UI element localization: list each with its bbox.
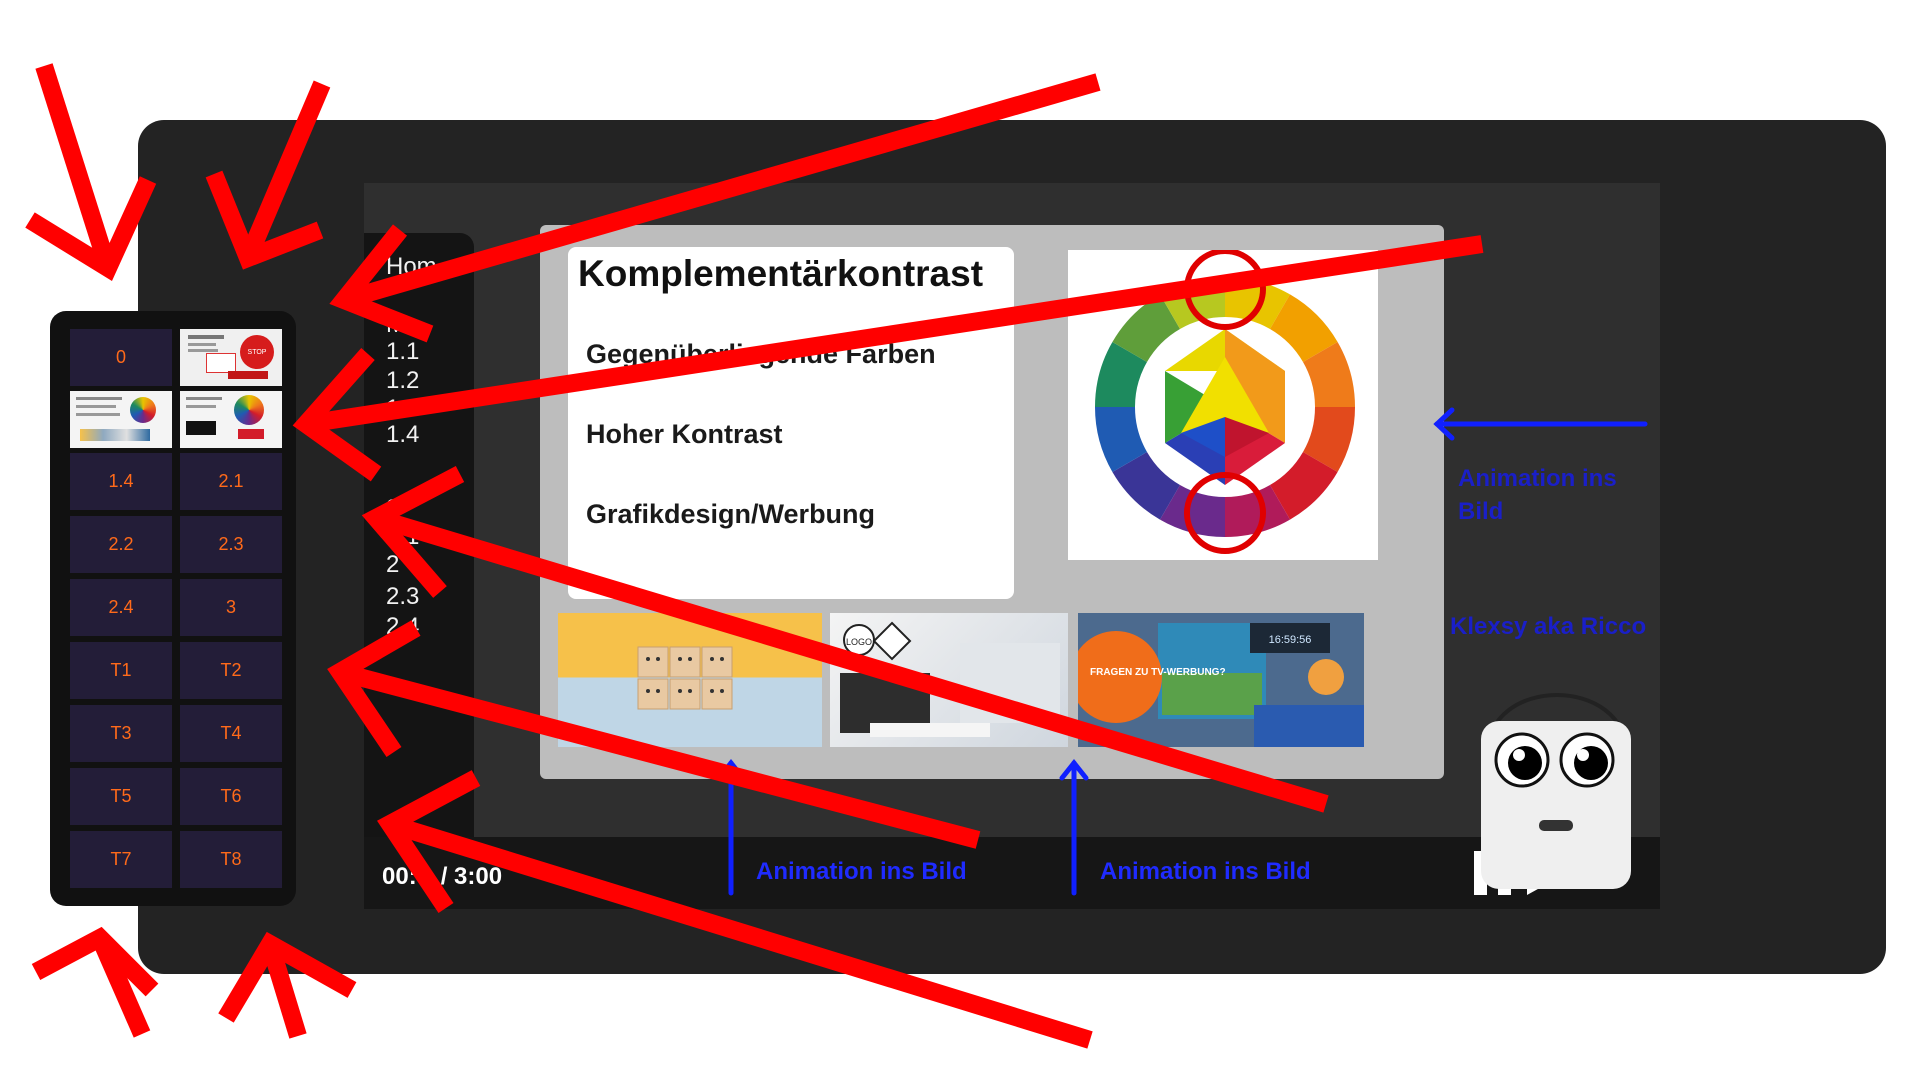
chapter-label: T1 [110,660,132,680]
chapter-thumbnail[interactable] [180,391,282,448]
annotation-label-right-2: Bild [1458,498,1504,525]
time-display: 00: / 3:00 [382,863,502,891]
chapter-label: 0 [115,347,126,367]
outline-item[interactable]: M [386,311,406,339]
chapter-button[interactable]: T1 [70,642,172,699]
player-controls: 00: / 3:00 [364,837,1660,909]
emoji-blocks-icon [637,646,733,710]
chapter-button[interactable]: 2.4 [70,579,172,636]
color-wheel-icon [1095,248,1355,554]
video-player[interactable]: Hom M 1.1 1.2 1.3 1.4 2 2.1 2 2.3 2.4 Ko… [364,183,1660,909]
chapter-button[interactable]: 0 [70,329,172,386]
chapter-button[interactable]: T7 [70,831,172,888]
outline-item[interactable]: 1.4 [386,421,419,449]
chapter-panel: 0 STOP 1.4 2.1 2.2 2.3 2.4 3 T1 T2 T3 T4… [50,311,296,906]
slide-bullet: Hoher Kontrast [586,419,783,449]
color-wheel-image [1068,248,1378,560]
chapter-label: T8 [220,849,242,869]
annotation-label-bottom-1: Animation ins Bild [756,858,967,885]
chapter-label: 2.4 [108,597,134,617]
outline-item[interactable]: 1.2 [386,367,419,395]
tv-clock-text: 16:59:56 [1269,634,1312,646]
tv-cartoon-icon: 16:59:56 FRAGEN ZU TV-WERBUNG? [1078,613,1364,747]
chapter-button[interactable]: 2.2 [70,516,172,573]
chapter-button[interactable]: 1.4 [70,453,172,510]
outline-item[interactable]: 2.4 [386,613,419,641]
chapter-label: 1.4 [108,471,134,491]
outline-item[interactable]: 2.3 [386,583,419,611]
slide-text-box: Komplementärkontrast Gegenüberliegende F… [568,247,1014,599]
chapter-label: T6 [220,786,242,806]
chapter-button[interactable]: 3 [180,579,282,636]
annotation-label-right-1: Animation ins [1458,465,1617,492]
slide-outline-panel: Hom M 1.1 1.2 1.3 1.4 2 2.1 2 2.3 2.4 [364,233,474,858]
chapter-button[interactable]: T5 [70,768,172,825]
time-total: / 3:00 [440,863,503,890]
chapter-label: 2.1 [218,471,244,491]
chapter-button[interactable]: T3 [70,705,172,762]
thumb-badge-text: FRAGEN ZU TV-WERBUNG? [1090,667,1226,678]
chapter-label: T7 [110,849,132,869]
logo-text: LOGO [846,637,872,647]
time-current: 00: [382,863,417,890]
chapter-button[interactable]: T2 [180,642,282,699]
chapter-thumbnail[interactable]: STOP [180,329,282,386]
outline-item[interactable]: 2 [386,551,399,579]
slide-canvas: Komplementärkontrast Gegenüberliegende F… [540,225,1444,779]
outline-item[interactable]: 1.1 [386,338,419,366]
outline-item[interactable]: 2 [386,495,399,523]
outline-item[interactable]: Hom [386,253,437,281]
chapter-label: 3 [225,597,236,617]
slide-bullet: Gegenüberliegende Farben [586,339,936,369]
chapter-label: 2.3 [218,534,244,554]
slide-title: Komplementärkontrast [578,253,984,294]
emoji-blocks-thumbnail [558,613,822,747]
logo-design-thumbnail: LOGO [830,613,1068,747]
chapter-button[interactable]: T8 [180,831,282,888]
slide-bullet: Grafikdesign/Werbung [586,499,876,529]
stop-sign-icon: STOP [240,335,274,369]
chapter-button[interactable]: T6 [180,768,282,825]
outline-item[interactable]: 1.3 [386,395,419,423]
annotation-label-bottom-2: Animation ins Bild [1100,858,1311,885]
chapter-button[interactable]: 2.3 [180,516,282,573]
chapter-thumbnail[interactable] [70,391,172,448]
chapter-label: T4 [220,723,242,743]
chapter-label: T2 [220,660,242,680]
annotation-label-mascot: Klexsy aka Ricco [1450,613,1647,640]
chapter-button[interactable]: 2.1 [180,453,282,510]
chapter-button[interactable]: T4 [180,705,282,762]
chapter-label: T5 [110,786,132,806]
mascot-icon [1481,693,1631,889]
logo-design-icon: LOGO [840,621,1060,737]
klexsy-mascot[interactable] [1477,645,1637,890]
chapter-label: 2.2 [108,534,134,554]
outline-item[interactable]: 2.1 [386,523,419,551]
chapter-label: T3 [110,723,132,743]
tv-cartoon-thumbnail: 16:59:56 FRAGEN ZU TV-WERBUNG? [1078,613,1364,747]
